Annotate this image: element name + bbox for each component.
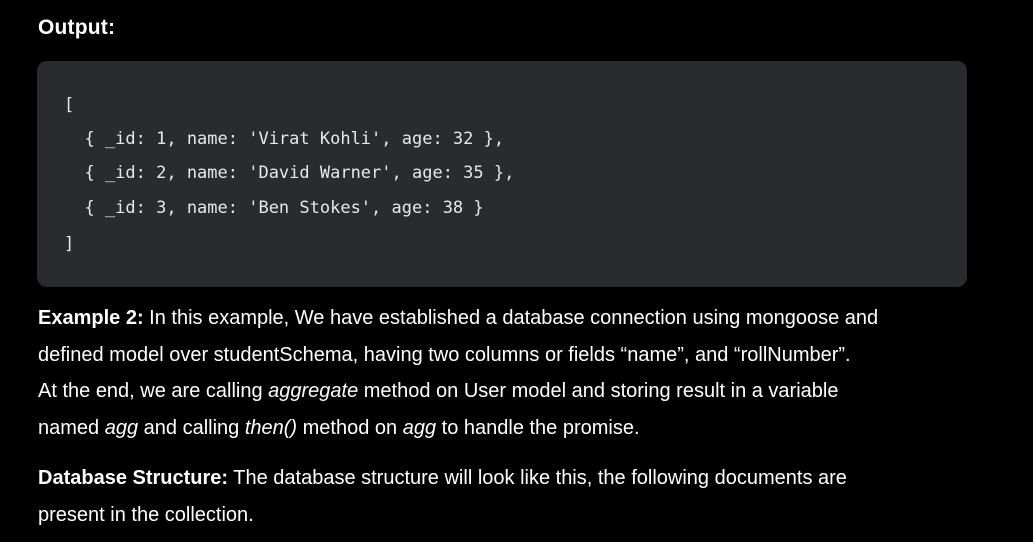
database-structure-paragraph: Database Structure: The database structu… — [38, 460, 998, 533]
paragraph-text: In this example, We have established a d… — [143, 307, 879, 329]
code-line: { _id: 2, name: 'David Warner', age: 35 … — [64, 163, 515, 183]
paragraph-text: named — [38, 416, 105, 439]
paragraph-text: present in the collection. — [38, 503, 254, 526]
paragraph-text: and calling — [138, 416, 245, 439]
emphasis-agg: agg — [104, 416, 139, 439]
paragraph-text: The database structure will look like th… — [228, 467, 847, 489]
paragraph-text: to handle the promise. — [436, 416, 640, 439]
emphasis-aggregate: aggregate — [268, 380, 359, 402]
paragraph-text: method on — [297, 416, 403, 439]
paragraph-line: present in the collection. — [38, 497, 998, 534]
database-structure-label: Database Structure: — [38, 467, 229, 489]
output-heading: Output: — [38, 16, 116, 39]
code-line: ] — [64, 234, 75, 254]
paragraph-line: Database Structure: The database structu… — [38, 460, 998, 497]
emphasis-agg: agg — [402, 416, 437, 439]
paragraph-text: method on User model and storing result … — [358, 380, 839, 402]
emphasis-then: then() — [244, 416, 298, 439]
paragraph-text: defined model over studentSchema, having… — [38, 343, 851, 366]
paragraph-line: named agg and calling then() method on a… — [38, 410, 998, 447]
paragraph-text: At the end, we are calling — [38, 380, 269, 402]
paragraph-line: defined model over studentSchema, having… — [38, 337, 998, 374]
paragraph-line: Example 2: In this example, We have esta… — [38, 300, 998, 337]
code-line: [ — [64, 95, 75, 115]
paragraph-line: At the end, we are calling aggregate met… — [38, 373, 998, 410]
example-2-paragraph: Example 2: In this example, We have esta… — [38, 300, 998, 446]
code-block: [ { _id: 1, name: 'Virat Kohli', age: 32… — [37, 61, 967, 287]
code-line: { _id: 1, name: 'Virat Kohli', age: 32 }… — [64, 129, 505, 149]
example-2-label: Example 2: — [38, 307, 144, 329]
code-line: { _id: 3, name: 'Ben Stokes', age: 38 } — [64, 198, 484, 218]
